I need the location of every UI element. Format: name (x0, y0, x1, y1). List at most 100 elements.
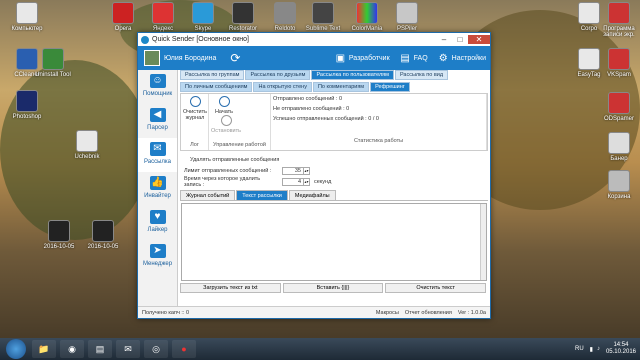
stats-group: Отправлено сообщений : 0 Не отправлено с… (271, 94, 487, 150)
desktop-icon-file-1[interactable]: 2016-10-05 (36, 220, 82, 250)
log-group: Очистить журнал Лог (181, 94, 209, 150)
desktop-icon-recycle-bin[interactable]: Корзина (596, 170, 640, 200)
desktop-icon-uchebnik[interactable]: Uchebnik (64, 130, 110, 160)
sidebar-item-mailing[interactable]: ✉ Рассылка (138, 138, 177, 172)
mail-taskbar-icon[interactable]: ✉ (116, 340, 140, 358)
not-sent-count: 0 (346, 106, 350, 112)
mailing-tabs: Рассылка по группам Рассылка по друзьям … (180, 70, 488, 80)
tab-groups[interactable]: Рассылка по группам (180, 70, 245, 80)
user-name: Юлия Бородина (164, 54, 217, 62)
tab-friends[interactable]: Рассылка по друзьям (245, 70, 311, 80)
desktop-icon-recorder[interactable]: Программа записи экр. (596, 2, 640, 38)
clear-text-button[interactable]: Очистить текст (385, 283, 487, 293)
delete-time-stepper[interactable]: ▴▾ (304, 177, 310, 186)
faq-icon: ▤ (400, 52, 410, 64)
app-header: Юлия Бородина ⟳ ▣ Разработчик ▤ FAQ ⚙ Настр… (138, 46, 490, 70)
settings-icon: ⚙ (438, 52, 448, 64)
mail-icon: ✉ (149, 142, 166, 156)
status-bar: Получено капч :: 0 Макросы Отчет обновле… (138, 306, 490, 318)
sidebar-item-helper[interactable]: ☺ Помощник (138, 70, 177, 104)
volume-icon[interactable]: ♪ (597, 346, 600, 352)
start-button[interactable]: Начать (211, 96, 237, 115)
editor-scrollbar[interactable] (480, 204, 486, 280)
clear-log-button[interactable]: Очистить журнал (183, 96, 207, 121)
app-icon (141, 35, 149, 44)
language-indicator[interactable]: RU (575, 346, 584, 352)
desktop-icon-odspamer[interactable]: ODSpamer (596, 92, 640, 122)
control-group: Начать Остановить Управление работой (209, 94, 271, 150)
tab-media-files[interactable]: Медиафайлы (288, 190, 336, 200)
limit-field[interactable]: 35 (282, 166, 304, 175)
explorer-taskbar-icon[interactable]: 📁 (32, 340, 56, 358)
recorder-taskbar-icon[interactable]: ● (172, 340, 196, 358)
quick-sender-window: Quick Sender [Основное окно] – □ ✕ Юлия … (137, 32, 491, 319)
desktop-icon-pspiler[interactable]: PSPiler (384, 2, 430, 32)
chrome-taskbar-icon[interactable]: ◉ (60, 340, 84, 358)
network-icon[interactable]: ▮ (590, 346, 593, 353)
taskbar: 📁 ◉ ▤ ✉ ◎ ● RU ▮ ♪ 14:54 05.10.2016 (0, 338, 640, 360)
mode-tabs: По личным сообщениям На открытую стену П… (180, 82, 488, 92)
clear-icon (189, 96, 201, 107)
developer-button[interactable]: ▣ Разработчик (335, 53, 390, 64)
update-report-link[interactable]: Отчет обновления (405, 310, 452, 316)
close-button[interactable]: ✕ (468, 35, 490, 44)
tab-private-messages[interactable]: По личным сообщениям (180, 82, 253, 92)
like-icon: 👍 (149, 176, 166, 190)
sidebar-item-liker[interactable]: ♥ Лайкер (138, 206, 177, 240)
folder-taskbar-icon[interactable]: ▤ (88, 340, 112, 358)
avatar[interactable] (144, 50, 160, 66)
main-content: Рассылка по группам Рассылка по друзьям … (180, 70, 488, 305)
settings-button[interactable]: ⚙ Настройки (438, 53, 486, 64)
tab-users[interactable]: Рассылка по пользователям (311, 70, 394, 80)
mailing-text-editor[interactable] (181, 203, 487, 281)
tab-mailing-text[interactable]: Текст рассылки (236, 190, 288, 200)
load-txt-button[interactable]: Загрузить текст из txt (180, 283, 281, 293)
delete-time-field[interactable]: 4 (282, 177, 304, 186)
desktop-icon-vkspam[interactable]: VKSpam (596, 48, 640, 78)
tab-open-wall[interactable]: На открытую стену (253, 82, 312, 92)
stop-button[interactable]: Остановить (211, 115, 241, 134)
faq-button[interactable]: ▤ FAQ (400, 52, 427, 64)
sidebar-item-inviter[interactable]: 👍 Инвайтер (138, 172, 177, 206)
maximize-button[interactable]: □ (452, 35, 468, 44)
editor-buttons: Загрузить текст из txt Вставить {|||} Оч… (180, 283, 488, 293)
tab-comments[interactable]: По комментариям (312, 82, 370, 92)
minimize-button[interactable]: – (436, 35, 452, 44)
start-button[interactable] (6, 339, 26, 359)
window-title: Quick Sender [Основное окно] (152, 36, 249, 43)
sidebar: ☺ Помощник ◀ Парсер ✉ Рассылка 👍 Инвайтер ♥ Л… (138, 70, 178, 307)
desktop-icon-photoshop[interactable]: Photoshop (4, 90, 50, 120)
macros-link[interactable]: Макросы (376, 310, 399, 316)
quick-sender-taskbar-icon[interactable]: ◎ (144, 340, 168, 358)
heart-icon: ♥ (149, 210, 166, 224)
refresh-icon[interactable]: ⟳ (230, 51, 240, 65)
desktop-icon-computer[interactable]: Компьютер (4, 2, 50, 32)
system-tray: RU ▮ ♪ 14:54 05.10.2016 (575, 342, 640, 356)
sidebar-item-parser[interactable]: ◀ Парсер (138, 104, 177, 138)
parser-icon: ◀ (149, 108, 166, 122)
desktop-icon-sublime[interactable]: Sublime Text (300, 2, 346, 32)
sidebar-item-manager[interactable]: ➤ Менеджер (138, 240, 177, 274)
limit-stepper[interactable]: ▴▾ (304, 166, 310, 175)
stop-icon (220, 115, 232, 126)
control-panel: Очистить журнал Лог Начать Остановить Уп… (180, 93, 488, 151)
play-icon (218, 96, 230, 107)
captcha-status: Получено капч :: 0 (142, 309, 189, 316)
success-count: 0 / 0 (368, 116, 379, 122)
delete-sent-checkbox[interactable]: Удалять отправленные сообщения (184, 154, 484, 165)
desktop-icon-baner[interactable]: Банер (596, 132, 640, 162)
title-bar: Quick Sender [Основное окно] – □ ✕ (138, 33, 490, 46)
desktop-icon-restorator[interactable]: Restorator (220, 2, 266, 32)
desktop-icon-uninstall[interactable]: Uninstall Tool (30, 48, 76, 78)
tab-refreshing[interactable]: Рефрешинг (370, 82, 410, 92)
tab-event-log[interactable]: Журнал событий (180, 190, 236, 200)
desktop-icon-file-2[interactable]: 2016-10-05 (80, 220, 126, 250)
sub-tabs: Журнал событий Текст рассылки Медиафайлы (180, 190, 488, 201)
insert-button[interactable]: Вставить {|||} (282, 283, 384, 293)
clock[interactable]: 14:54 05.10.2016 (606, 342, 636, 356)
version-label: Ver : 1.0.0a (457, 309, 486, 316)
send-icon: ➤ (149, 244, 166, 258)
developer-icon: ▣ (335, 52, 346, 64)
helper-icon: ☺ (149, 74, 166, 88)
tab-video[interactable]: Рассылка по вид (394, 70, 449, 80)
